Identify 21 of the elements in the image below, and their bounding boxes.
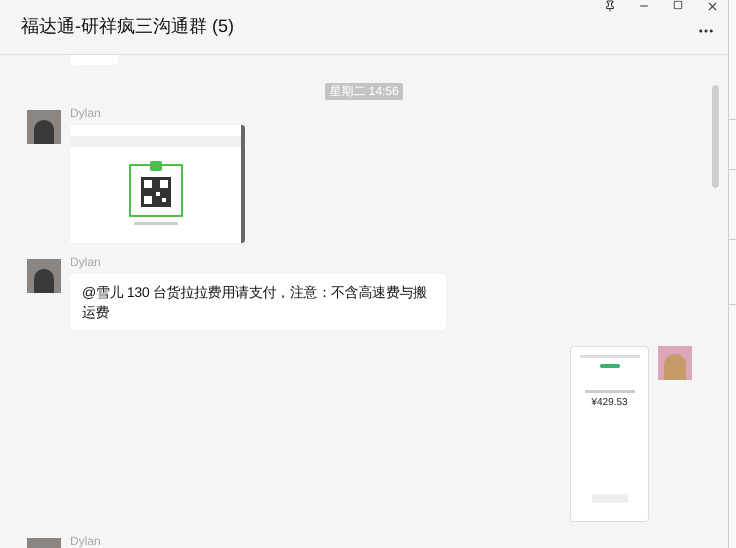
pin-icon[interactable]	[604, 0, 616, 12]
close-icon[interactable]	[706, 0, 719, 13]
payment-screenshot[interactable]: ¥429.53	[570, 346, 649, 522]
caption-line	[134, 222, 178, 225]
maximize-icon[interactable]	[673, 0, 683, 10]
qr-code-drawing	[128, 161, 182, 217]
scrollbar[interactable]	[712, 85, 719, 188]
caption-line	[584, 390, 634, 393]
success-mark	[600, 364, 620, 368]
sender-name: Dylan	[70, 534, 101, 548]
message-bubble	[70, 55, 118, 65]
payment-amount: ¥429.53	[591, 396, 628, 410]
sender-name: Dylan	[70, 106, 101, 120]
status-line	[580, 355, 640, 358]
qr-screenshot[interactable]	[70, 125, 245, 243]
avatar[interactable]	[27, 110, 61, 144]
window-title: 福达通-研祥疯三沟通群 (5)	[21, 15, 234, 38]
timestamp: 星期二 14:56	[325, 83, 403, 100]
message-bubble: @雪儿 130 台货拉拉费用请支付，注意：不含高速费与搬运费	[70, 274, 446, 330]
avatar[interactable]	[27, 259, 61, 293]
sender-name: Dylan	[70, 255, 101, 269]
